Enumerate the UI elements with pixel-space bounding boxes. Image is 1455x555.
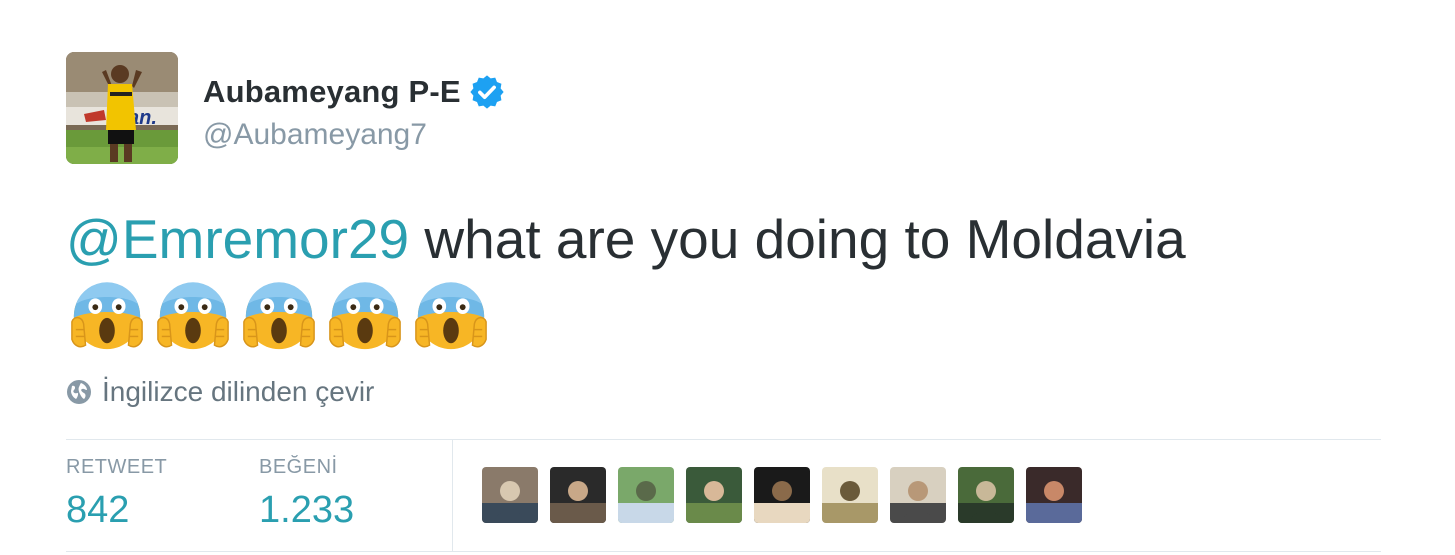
retweet-label: RETWEET bbox=[66, 456, 168, 478]
emoji-row bbox=[68, 275, 490, 353]
verified-badge-icon bbox=[468, 73, 506, 111]
liker-photo bbox=[958, 467, 1014, 523]
like-label: BEĞENİ bbox=[259, 456, 338, 478]
avatar-photo: an. bbox=[66, 52, 178, 164]
retweet-count[interactable]: 842 bbox=[66, 489, 167, 532]
liker-photo bbox=[550, 467, 606, 523]
liker-photo bbox=[890, 467, 946, 523]
screen-name[interactable]: @Aubameyang7 bbox=[203, 118, 427, 152]
liker-photo bbox=[482, 467, 538, 523]
face-screaming-in-fear-icon bbox=[415, 282, 487, 350]
liker-avatar-2[interactable] bbox=[550, 467, 606, 523]
tweet-body-text: what are you doing to Moldavia bbox=[409, 208, 1186, 270]
liker-avatar-5[interactable] bbox=[754, 467, 810, 523]
liker-avatar-3[interactable] bbox=[618, 467, 674, 523]
face-screaming-in-fear-icon bbox=[243, 282, 315, 350]
liker-avatar-9[interactable] bbox=[1026, 467, 1082, 523]
stats-divider-bottom bbox=[66, 551, 1381, 552]
tweet-card: an. Aubameyang P-E @Aubameyang7 @Emremor… bbox=[0, 0, 1455, 555]
liker-photo bbox=[754, 467, 810, 523]
stats-divider-top bbox=[66, 439, 1381, 440]
liker-photo bbox=[686, 467, 742, 523]
display-name[interactable]: Aubameyang P-E bbox=[203, 74, 461, 110]
liker-avatar-7[interactable] bbox=[890, 467, 946, 523]
retweet-stat[interactable]: RETWEET 842 bbox=[66, 456, 167, 532]
tweet-text: @Emremor29 what are you doing to Moldavi… bbox=[66, 203, 1186, 275]
user-avatar[interactable]: an. bbox=[66, 52, 178, 164]
display-name-row[interactable]: Aubameyang P-E bbox=[203, 72, 506, 112]
liker-photo bbox=[1026, 467, 1082, 523]
translate-label[interactable]: İngilizce dilinden çevir bbox=[102, 376, 374, 408]
globe-icon bbox=[66, 379, 92, 405]
liker-avatar-4[interactable] bbox=[686, 467, 742, 523]
liker-avatar-1[interactable] bbox=[482, 467, 538, 523]
liker-avatar-6[interactable] bbox=[822, 467, 878, 523]
liker-avatar-8[interactable] bbox=[958, 467, 1014, 523]
face-screaming-in-fear-icon bbox=[71, 282, 143, 350]
liker-avatars bbox=[482, 467, 1082, 523]
stats-divider-vertical bbox=[452, 440, 453, 551]
like-count[interactable]: 1.233 bbox=[259, 489, 354, 532]
liker-photo bbox=[822, 467, 878, 523]
like-stat[interactable]: BEĞENİ 1.233 bbox=[259, 456, 354, 532]
face-screaming-in-fear-icon bbox=[329, 282, 401, 350]
liker-photo bbox=[618, 467, 674, 523]
mention-link[interactable]: @Emremor29 bbox=[66, 208, 409, 270]
translate-link[interactable]: İngilizce dilinden çevir bbox=[66, 376, 374, 408]
face-screaming-in-fear-icon bbox=[157, 282, 229, 350]
